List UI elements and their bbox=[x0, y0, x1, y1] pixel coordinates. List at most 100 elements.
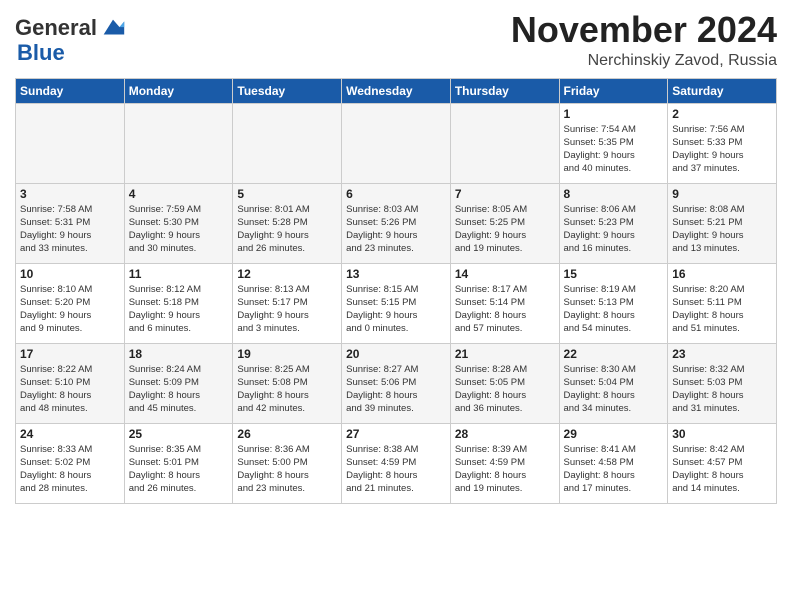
day-info: Sunrise: 8:10 AM Sunset: 5:20 PM Dayligh… bbox=[20, 283, 120, 336]
col-thursday: Thursday bbox=[450, 78, 559, 103]
day-number: 14 bbox=[455, 267, 555, 281]
calendar-header-row: Sunday Monday Tuesday Wednesday Thursday… bbox=[16, 78, 777, 103]
location-title: Nerchinskiy Zavod, Russia bbox=[511, 52, 777, 70]
day-info: Sunrise: 8:35 AM Sunset: 5:01 PM Dayligh… bbox=[129, 443, 229, 496]
day-info: Sunrise: 7:59 AM Sunset: 5:30 PM Dayligh… bbox=[129, 203, 229, 256]
col-monday: Monday bbox=[124, 78, 233, 103]
day-info: Sunrise: 8:38 AM Sunset: 4:59 PM Dayligh… bbox=[346, 443, 446, 496]
day-number: 15 bbox=[564, 267, 664, 281]
day-number: 26 bbox=[237, 427, 337, 441]
day-number: 17 bbox=[20, 347, 120, 361]
table-row: 23 Sunrise: 8:32 AM Sunset: 5:03 PM Dayli… bbox=[668, 343, 777, 423]
day-number: 6 bbox=[346, 187, 446, 201]
day-number: 22 bbox=[564, 347, 664, 361]
day-info: Sunrise: 8:39 AM Sunset: 4:59 PM Dayligh… bbox=[455, 443, 555, 496]
day-number: 9 bbox=[672, 187, 772, 201]
day-number: 27 bbox=[346, 427, 446, 441]
table-row: 15 Sunrise: 8:19 AM Sunset: 5:13 PM Dayli… bbox=[559, 263, 668, 343]
table-row: 10 Sunrise: 8:10 AM Sunset: 5:20 PM Dayli… bbox=[16, 263, 125, 343]
table-row: 17 Sunrise: 8:22 AM Sunset: 5:10 PM Dayli… bbox=[16, 343, 125, 423]
table-row: 24 Sunrise: 8:33 AM Sunset: 5:02 PM Dayli… bbox=[16, 423, 125, 503]
day-number: 30 bbox=[672, 427, 772, 441]
day-info: Sunrise: 8:19 AM Sunset: 5:13 PM Dayligh… bbox=[564, 283, 664, 336]
table-row bbox=[342, 103, 451, 183]
day-info: Sunrise: 8:41 AM Sunset: 4:58 PM Dayligh… bbox=[564, 443, 664, 496]
col-wednesday: Wednesday bbox=[342, 78, 451, 103]
day-number: 10 bbox=[20, 267, 120, 281]
title-block: November 2024 Nerchinskiy Zavod, Russia bbox=[511, 10, 777, 70]
day-number: 25 bbox=[129, 427, 229, 441]
table-row: 28 Sunrise: 8:39 AM Sunset: 4:59 PM Dayli… bbox=[450, 423, 559, 503]
day-info: Sunrise: 8:27 AM Sunset: 5:06 PM Dayligh… bbox=[346, 363, 446, 416]
day-number: 4 bbox=[129, 187, 229, 201]
table-row: 19 Sunrise: 8:25 AM Sunset: 5:08 PM Dayli… bbox=[233, 343, 342, 423]
table-row: 2 Sunrise: 7:56 AM Sunset: 5:33 PM Daylig… bbox=[668, 103, 777, 183]
col-friday: Friday bbox=[559, 78, 668, 103]
day-info: Sunrise: 8:01 AM Sunset: 5:28 PM Dayligh… bbox=[237, 203, 337, 256]
col-tuesday: Tuesday bbox=[233, 78, 342, 103]
day-info: Sunrise: 8:15 AM Sunset: 5:15 PM Dayligh… bbox=[346, 283, 446, 336]
day-number: 28 bbox=[455, 427, 555, 441]
day-info: Sunrise: 7:56 AM Sunset: 5:33 PM Dayligh… bbox=[672, 123, 772, 176]
day-info: Sunrise: 8:06 AM Sunset: 5:23 PM Dayligh… bbox=[564, 203, 664, 256]
table-row: 3 Sunrise: 7:58 AM Sunset: 5:31 PM Daylig… bbox=[16, 183, 125, 263]
table-row: 6 Sunrise: 8:03 AM Sunset: 5:26 PM Daylig… bbox=[342, 183, 451, 263]
table-row: 7Sunrise: 8:05 AM Sunset: 5:25 PM Daylig… bbox=[450, 183, 559, 263]
day-info: Sunrise: 7:58 AM Sunset: 5:31 PM Dayligh… bbox=[20, 203, 120, 256]
day-info: Sunrise: 8:33 AM Sunset: 5:02 PM Dayligh… bbox=[20, 443, 120, 496]
table-row: 12 Sunrise: 8:13 AM Sunset: 5:17 PM Dayli… bbox=[233, 263, 342, 343]
logo: General Blue bbox=[15, 14, 127, 65]
calendar-week-row: 3 Sunrise: 7:58 AM Sunset: 5:31 PM Daylig… bbox=[16, 183, 777, 263]
day-number: 12 bbox=[237, 267, 337, 281]
day-info: Sunrise: 8:12 AM Sunset: 5:18 PM Dayligh… bbox=[129, 283, 229, 336]
table-row: 13Sunrise: 8:15 AM Sunset: 5:15 PM Dayli… bbox=[342, 263, 451, 343]
calendar-week-row: 10 Sunrise: 8:10 AM Sunset: 5:20 PM Dayli… bbox=[16, 263, 777, 343]
day-info: Sunrise: 8:25 AM Sunset: 5:08 PM Dayligh… bbox=[237, 363, 337, 416]
table-row: 30 Sunrise: 8:42 AM Sunset: 4:57 PM Dayli… bbox=[668, 423, 777, 503]
calendar-week-row: 1 Sunrise: 7:54 AM Sunset: 5:35 PM Daylig… bbox=[16, 103, 777, 183]
day-number: 3 bbox=[20, 187, 120, 201]
col-sunday: Sunday bbox=[16, 78, 125, 103]
table-row: 25 Sunrise: 8:35 AM Sunset: 5:01 PM Dayli… bbox=[124, 423, 233, 503]
day-number: 21 bbox=[455, 347, 555, 361]
day-info: Sunrise: 7:54 AM Sunset: 5:35 PM Dayligh… bbox=[564, 123, 664, 176]
calendar-table: Sunday Monday Tuesday Wednesday Thursday… bbox=[15, 78, 777, 504]
table-row: 22 Sunrise: 8:30 AM Sunset: 5:04 PM Dayli… bbox=[559, 343, 668, 423]
day-info: Sunrise: 8:28 AM Sunset: 5:05 PM Dayligh… bbox=[455, 363, 555, 416]
day-info: Sunrise: 8:24 AM Sunset: 5:09 PM Dayligh… bbox=[129, 363, 229, 416]
table-row bbox=[233, 103, 342, 183]
table-row: 1 Sunrise: 7:54 AM Sunset: 5:35 PM Daylig… bbox=[559, 103, 668, 183]
table-row: 9 Sunrise: 8:08 AM Sunset: 5:21 PM Daylig… bbox=[668, 183, 777, 263]
table-row: 27 Sunrise: 8:38 AM Sunset: 4:59 PM Dayli… bbox=[342, 423, 451, 503]
day-number: 8 bbox=[564, 187, 664, 201]
day-number: 20 bbox=[346, 347, 446, 361]
table-row: 21 Sunrise: 8:28 AM Sunset: 5:05 PM Dayli… bbox=[450, 343, 559, 423]
table-row: 18 Sunrise: 8:24 AM Sunset: 5:09 PM Dayli… bbox=[124, 343, 233, 423]
table-row: 4 Sunrise: 7:59 AM Sunset: 5:30 PM Daylig… bbox=[124, 183, 233, 263]
day-info: Sunrise: 8:22 AM Sunset: 5:10 PM Dayligh… bbox=[20, 363, 120, 416]
day-number: 1 bbox=[564, 107, 664, 121]
table-row bbox=[16, 103, 125, 183]
day-number: 24 bbox=[20, 427, 120, 441]
day-info: Sunrise: 8:05 AM Sunset: 5:25 PM Dayligh… bbox=[455, 203, 555, 256]
day-info: Sunrise: 8:32 AM Sunset: 5:03 PM Dayligh… bbox=[672, 363, 772, 416]
day-number: 18 bbox=[129, 347, 229, 361]
table-row: 26Sunrise: 8:36 AM Sunset: 5:00 PM Dayli… bbox=[233, 423, 342, 503]
table-row: 11 Sunrise: 8:12 AM Sunset: 5:18 PM Dayli… bbox=[124, 263, 233, 343]
table-row bbox=[124, 103, 233, 183]
day-number: 19 bbox=[237, 347, 337, 361]
day-number: 5 bbox=[237, 187, 337, 201]
day-info: Sunrise: 8:42 AM Sunset: 4:57 PM Dayligh… bbox=[672, 443, 772, 496]
logo-general-text: General bbox=[15, 17, 97, 39]
day-number: 11 bbox=[129, 267, 229, 281]
day-number: 23 bbox=[672, 347, 772, 361]
day-info: Sunrise: 8:13 AM Sunset: 5:17 PM Dayligh… bbox=[237, 283, 337, 336]
day-number: 2 bbox=[672, 107, 772, 121]
day-info: Sunrise: 8:03 AM Sunset: 5:26 PM Dayligh… bbox=[346, 203, 446, 256]
table-row: 14Sunrise: 8:17 AM Sunset: 5:14 PM Dayli… bbox=[450, 263, 559, 343]
day-info: Sunrise: 8:08 AM Sunset: 5:21 PM Dayligh… bbox=[672, 203, 772, 256]
day-info: Sunrise: 8:30 AM Sunset: 5:04 PM Dayligh… bbox=[564, 363, 664, 416]
calendar-week-row: 24 Sunrise: 8:33 AM Sunset: 5:02 PM Dayli… bbox=[16, 423, 777, 503]
col-saturday: Saturday bbox=[668, 78, 777, 103]
table-row: 29Sunrise: 8:41 AM Sunset: 4:58 PM Dayli… bbox=[559, 423, 668, 503]
